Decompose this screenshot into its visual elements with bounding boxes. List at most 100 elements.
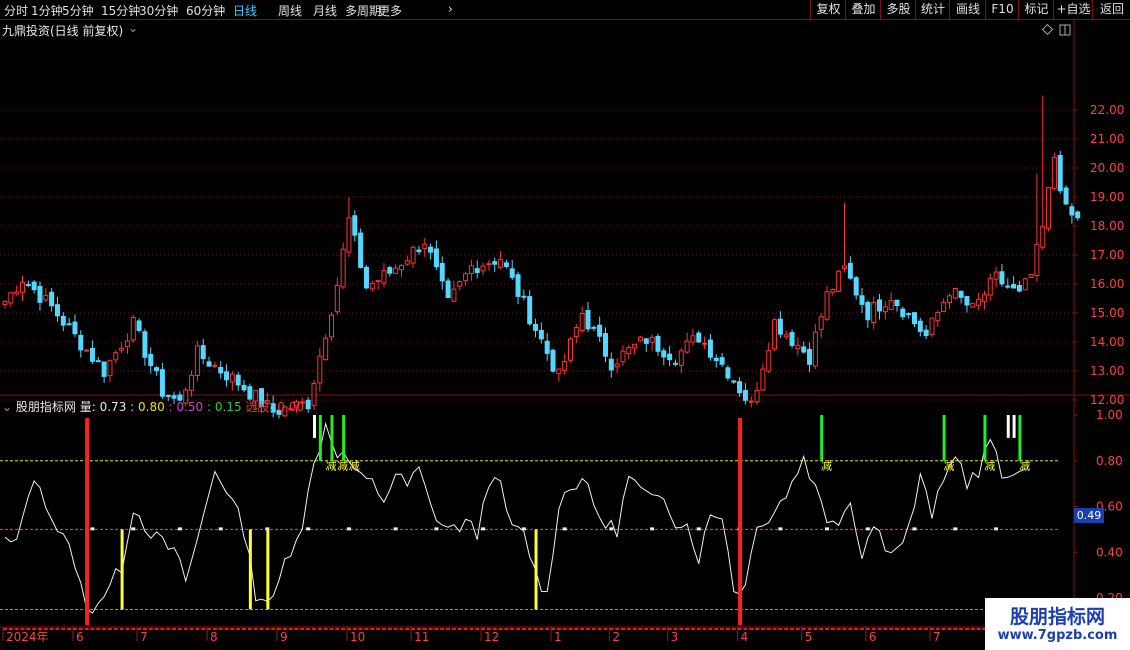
- candle-body: [410, 246, 416, 264]
- tab-timeframe-6[interactable]: 日线: [233, 2, 257, 19]
- tab-timeframe-1[interactable]: 1分钟: [31, 2, 63, 19]
- candle-body: [737, 381, 743, 394]
- candle-body: [340, 248, 346, 288]
- toolbar-button-1[interactable]: 叠加: [845, 0, 881, 19]
- x-axis-day-mark: [877, 628, 882, 630]
- candle-body: [398, 265, 404, 271]
- candle-body: [229, 373, 235, 383]
- candle-body: [1057, 154, 1063, 192]
- candle-body: [84, 349, 90, 352]
- toolbar-button-5[interactable]: F10: [985, 0, 1019, 19]
- x-axis-day-mark: [650, 628, 655, 630]
- main-y-tick-label: 13.00: [1090, 364, 1124, 378]
- tab-timeframe-5[interactable]: 60分钟: [186, 2, 225, 19]
- chevron-down-icon[interactable]: ⌄: [2, 400, 12, 414]
- midline-marker: [609, 527, 614, 531]
- toolbar-button-8[interactable]: 返回: [1092, 0, 1130, 19]
- x-axis-day-mark: [306, 628, 311, 630]
- signal-green-bar: [1018, 415, 1022, 461]
- candle-body: [113, 352, 119, 361]
- toolbar-button-2[interactable]: 多股: [880, 0, 916, 19]
- candle-body: [78, 334, 84, 351]
- x-axis-day-mark: [527, 628, 532, 630]
- candle-body: [859, 295, 865, 305]
- toolbar-button-3[interactable]: 统计: [915, 0, 950, 19]
- midline-marker: [434, 527, 439, 531]
- watermark: 股朋指标网 www.7gpzb.com: [985, 598, 1130, 650]
- chevron-down-icon[interactable]: ⌄: [128, 21, 138, 35]
- candle-body: [19, 281, 25, 293]
- candle-body: [544, 340, 550, 354]
- signal-label: 减: [337, 459, 348, 472]
- candle-body: [463, 273, 469, 282]
- x-axis-day-mark: [376, 628, 381, 630]
- candle-body: [830, 288, 836, 293]
- candle-body: [218, 366, 224, 374]
- candle-body: [468, 265, 474, 275]
- candle-body: [643, 338, 649, 344]
- candle-body: [760, 368, 766, 391]
- x-axis-day-mark: [900, 628, 905, 630]
- candle-body: [807, 348, 813, 365]
- x-axis-label: 4: [741, 630, 749, 644]
- midline-marker: [90, 527, 95, 531]
- toolbar-button-7[interactable]: +自选: [1053, 0, 1093, 19]
- watermark-url: www.7gpzb.com: [997, 628, 1118, 643]
- candle-body: [480, 265, 486, 272]
- chevron-right-icon[interactable]: ›: [448, 2, 453, 16]
- midline-marker: [953, 527, 958, 531]
- signal-yellow-bar: [120, 529, 124, 610]
- candle-body: [795, 344, 801, 350]
- indicator-y-tick-label: 0.80: [1096, 454, 1123, 468]
- x-axis-day-mark: [370, 628, 375, 630]
- candle-body: [1063, 187, 1069, 205]
- period-toolbar: 分时 1分钟 5分钟 15分钟 30分钟 60分钟 日线 周线 月线 多周期 更多 › 复权 叠加 多股统…: [0, 0, 1130, 20]
- x-axis-day-mark: [516, 628, 521, 630]
- x-axis-day-mark: [679, 628, 684, 630]
- tab-timeframe-3[interactable]: 15分钟: [101, 2, 140, 19]
- candle-body: [2, 301, 8, 305]
- toolbar-button-0[interactable]: 复权: [810, 0, 846, 19]
- candle-body: [655, 335, 661, 352]
- x-axis-day-mark: [300, 628, 305, 630]
- x-axis: 2024年 6 7 8 9 10 11 12 1 2 3 4 5 6 7: [2, 627, 1080, 644]
- candle-body: [451, 288, 457, 302]
- candle-body: [702, 342, 708, 345]
- x-axis-day-mark: [953, 628, 958, 630]
- x-axis-day-mark: [842, 628, 847, 630]
- x-axis-day-mark: [626, 628, 631, 630]
- x-axis-day-mark: [860, 628, 865, 630]
- x-axis-day-mark: [545, 628, 550, 630]
- tab-timeframe-0[interactable]: 分时: [4, 2, 28, 19]
- x-axis-day-mark: [247, 628, 252, 630]
- tab-timeframe-4[interactable]: 30分钟: [139, 2, 178, 19]
- toolbar-button-4[interactable]: 画线: [949, 0, 986, 19]
- x-axis-day-mark: [574, 628, 579, 630]
- tab-timeframe-2[interactable]: 5分钟: [62, 2, 94, 19]
- x-axis-day-mark: [504, 628, 509, 630]
- toolbar-button-6[interactable]: 标记: [1018, 0, 1054, 19]
- main-y-tick-label: 12.00: [1090, 393, 1124, 407]
- x-axis-day-mark: [918, 628, 923, 630]
- x-axis-day-mark: [288, 628, 293, 630]
- x-axis-day-mark: [521, 628, 526, 630]
- x-axis-day-mark: [387, 628, 392, 630]
- midline-marker: [481, 527, 486, 531]
- candle-body: [538, 329, 544, 340]
- candle-body: [527, 296, 533, 325]
- tab-timeframe-8[interactable]: 月线: [313, 2, 337, 19]
- candle-body: [49, 291, 55, 307]
- select-value: 0.00: [277, 400, 305, 414]
- signal-white-bar: [1006, 415, 1010, 438]
- x-axis-day-mark: [655, 628, 660, 630]
- candle-body: [346, 217, 352, 253]
- x-axis-day-mark: [49, 628, 54, 630]
- tab-timeframe-10[interactable]: 更多: [378, 2, 402, 19]
- tab-timeframe-9[interactable]: 多周期: [345, 2, 381, 19]
- x-axis-day-mark: [644, 628, 649, 630]
- indicator-y-tick-label: 0.40: [1096, 545, 1123, 559]
- x-axis-day-mark: [271, 628, 276, 630]
- x-axis-day-mark: [591, 628, 596, 630]
- tab-timeframe-7[interactable]: 周线: [278, 2, 302, 19]
- candle-body: [369, 282, 375, 290]
